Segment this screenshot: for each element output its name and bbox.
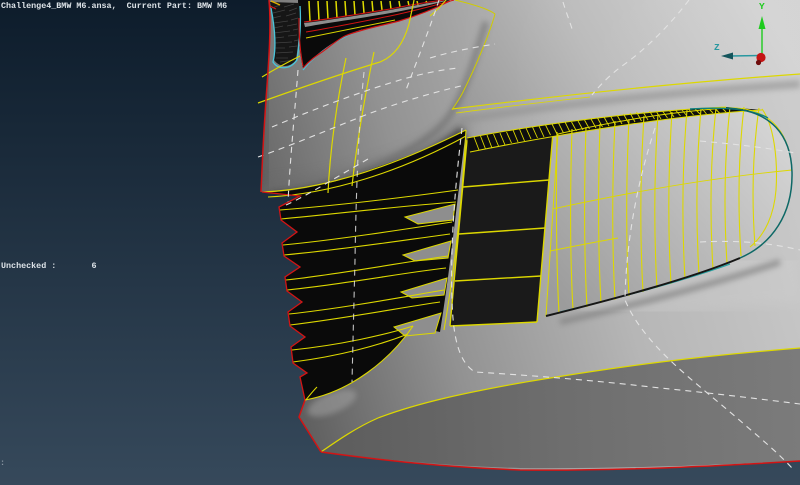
svg-text::: :: [0, 458, 5, 468]
svg-text:Unchecked : 6: Unchecked : 6: [1, 261, 97, 271]
svg-text:Z: Z: [714, 42, 720, 53]
svg-text:Challenge4_BMW M6.ansa, Curre: Challenge4_BMW M6.ansa, Current Part: BM…: [1, 1, 227, 11]
svg-text:Y: Y: [759, 1, 765, 12]
